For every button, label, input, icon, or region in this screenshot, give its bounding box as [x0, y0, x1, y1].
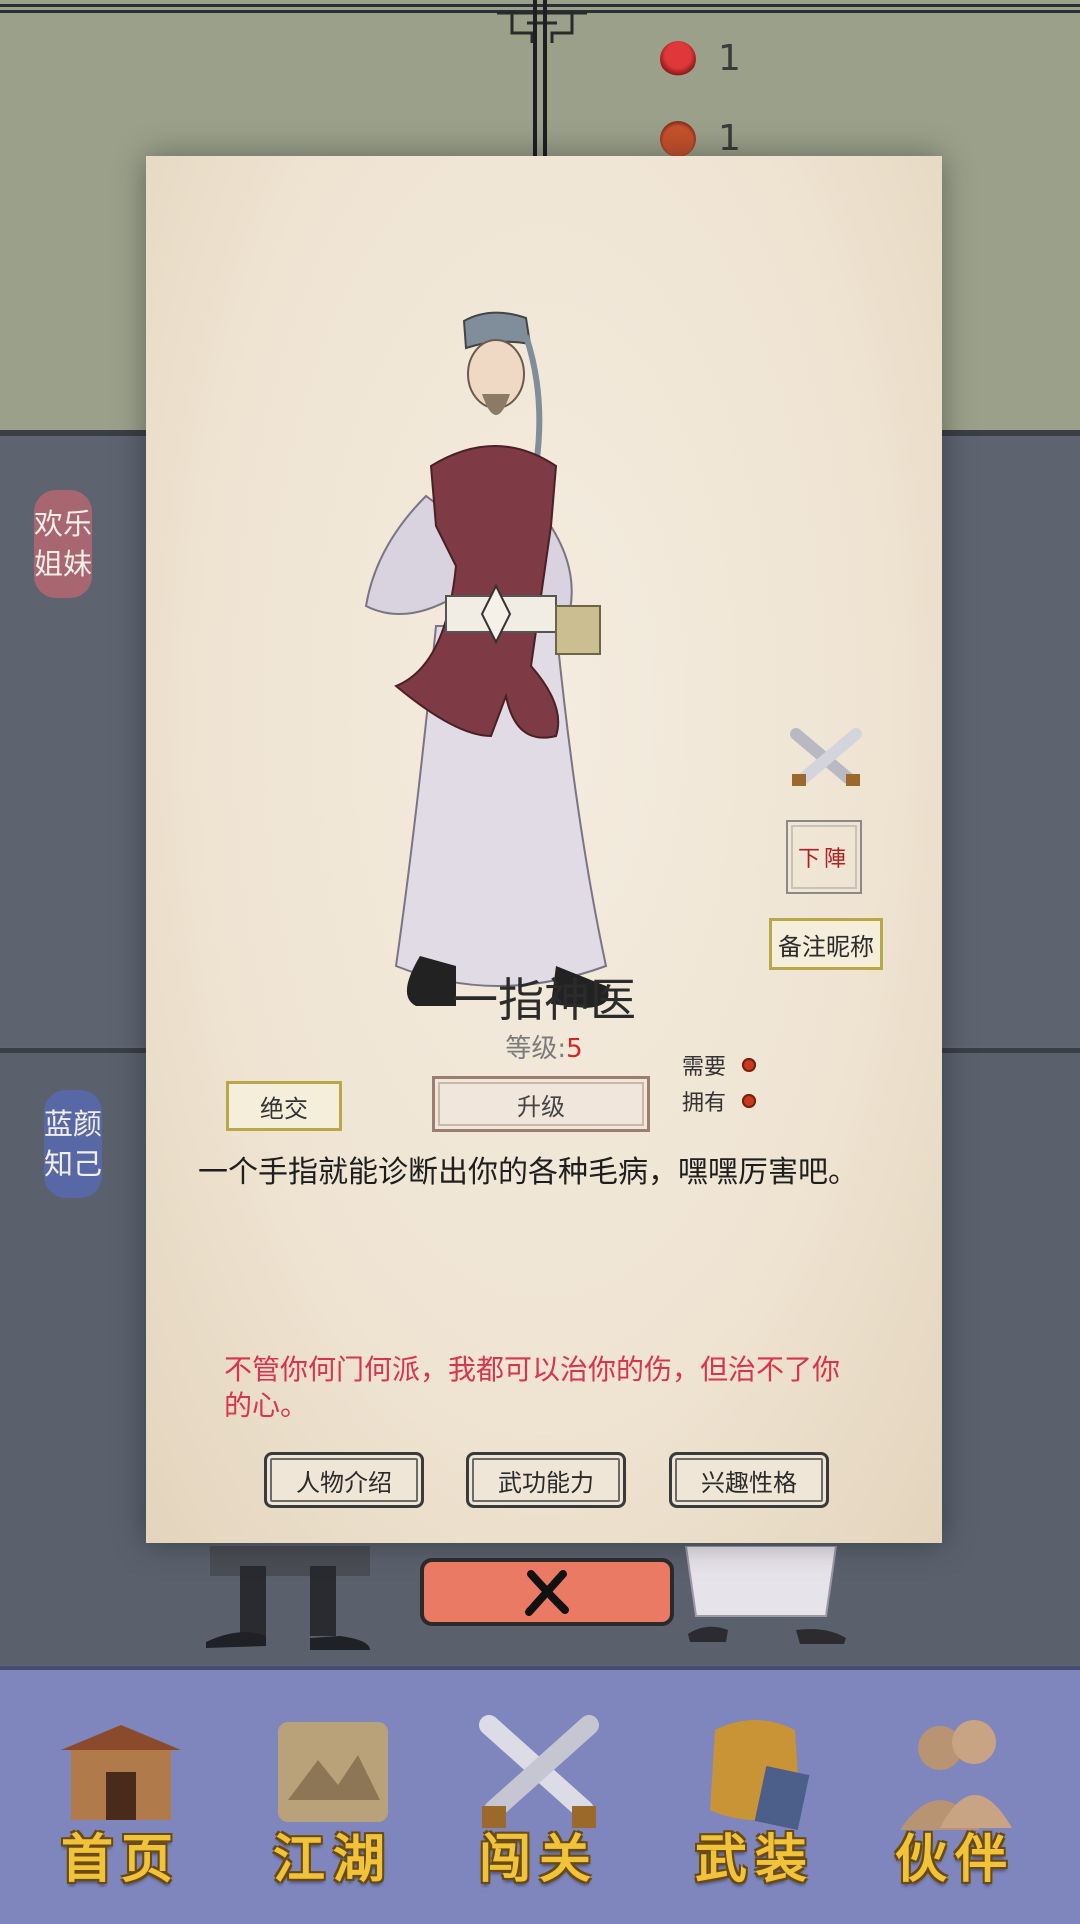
- tag-sisters[interactable]: 欢乐姐妹: [34, 490, 92, 598]
- nav-challenge-label: 闯关: [478, 1829, 599, 1890]
- nav-home[interactable]: 首页: [46, 1710, 196, 1900]
- character-quote: 不管你何门何派，我都可以治你的伤，但治不了你的心。: [224, 1353, 841, 1422]
- tab-personality[interactable]: 兴趣性格: [669, 1452, 829, 1508]
- level-label: 等级:: [505, 1034, 567, 1064]
- tab-martial-skills[interactable]: 武功能力: [466, 1452, 626, 1508]
- nav-equipment-label: 武装: [694, 1829, 815, 1890]
- nav-jianghu[interactable]: 江湖: [258, 1710, 408, 1900]
- character-portrait: [364, 311, 609, 1008]
- resource-flower: 1: [660, 38, 741, 79]
- nav-jianghu-label: 江湖: [272, 1829, 393, 1890]
- pillar: [533, 0, 547, 160]
- wine-count: 1: [718, 118, 741, 159]
- nav-partners-label: 伙伴: [894, 1829, 1015, 1890]
- need-label: 需要: [682, 1055, 727, 1080]
- cost-required: 需要: [682, 1049, 757, 1081]
- wine-jar-icon: [742, 1058, 757, 1072]
- nav-challenge[interactable]: 闯关: [464, 1710, 614, 1900]
- flower-icon: [660, 40, 696, 77]
- own-label: 拥有: [682, 1091, 727, 1116]
- resource-wine: 1: [660, 118, 741, 159]
- flower-count: 1: [718, 38, 741, 79]
- nav-partners[interactable]: 伙伴: [880, 1710, 1030, 1900]
- nickname-button[interactable]: 备注昵称: [769, 918, 883, 970]
- cut-ties-button[interactable]: 绝交: [226, 1081, 342, 1131]
- deploy-button[interactable]: 下陣: [786, 820, 862, 894]
- character-card: 下陣 备注昵称 一指神医 等级:5 绝交 升级 需要 拥有 一个手指就能诊断出你…: [146, 156, 942, 1543]
- character-level: 等级:5: [146, 1028, 942, 1065]
- character-description: 一个手指就能诊断出你的各种毛病，嘿嘿厉害吧。: [198, 1155, 858, 1190]
- partner-figure: [684, 1546, 846, 1644]
- nav-home-label: 首页: [60, 1829, 181, 1890]
- wine-jar-icon: [742, 1094, 757, 1108]
- nav-equipment[interactable]: 武装: [680, 1710, 830, 1900]
- bottom-nav: 首页 江湖 闯关 武装 伙伴: [0, 1666, 1080, 1924]
- partner-figure: [206, 1546, 370, 1650]
- tab-profile[interactable]: 人物介绍: [264, 1452, 424, 1508]
- cost-owned: 拥有: [682, 1085, 757, 1117]
- wine-jar-icon: [660, 120, 696, 157]
- close-icon: [525, 1570, 569, 1616]
- upgrade-button[interactable]: 升级: [432, 1076, 650, 1132]
- close-button[interactable]: [420, 1558, 674, 1626]
- character-name: 一指神医: [452, 973, 636, 1027]
- level-value: 5: [566, 1034, 583, 1064]
- swords-icon[interactable]: [786, 724, 866, 794]
- tag-confidants[interactable]: 蓝颜知己: [44, 1090, 102, 1198]
